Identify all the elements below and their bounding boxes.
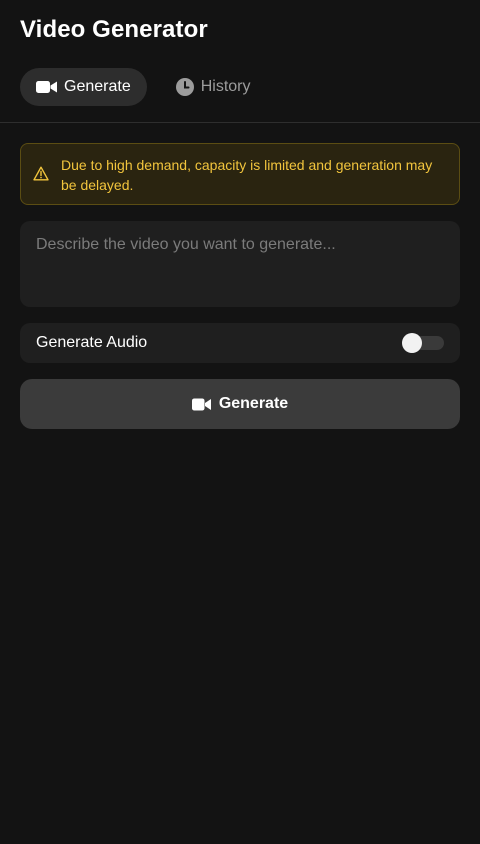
video-camera-icon — [191, 398, 211, 411]
video-camera-icon — [36, 80, 57, 94]
page-title: Video Generator — [20, 16, 208, 43]
prompt-input[interactable] — [20, 221, 460, 307]
video-generator-app: Video Generator Generate History Due to … — [0, 0, 480, 844]
generate-audio-toggle[interactable] — [402, 333, 444, 353]
tab-generate-label: Generate — [64, 78, 131, 95]
generate-audio-row: Generate Audio — [20, 323, 460, 363]
tab-history[interactable]: History — [160, 68, 267, 106]
generate-audio-label: Generate Audio — [36, 334, 148, 351]
generate-button[interactable]: Generate — [20, 379, 460, 429]
capacity-warning-banner: Due to high demand, capacity is limited … — [20, 143, 460, 205]
banner-text: Due to high demand, capacity is limited … — [61, 157, 433, 193]
generate-button-label: Generate — [218, 395, 289, 412]
warning-triangle-icon — [33, 166, 51, 186]
header-divider — [0, 122, 480, 123]
clock-icon — [175, 78, 194, 96]
toggle-knob — [402, 333, 422, 353]
tab-history-label: History — [200, 78, 251, 95]
tab-bar: Generate History — [20, 68, 267, 106]
tab-generate[interactable]: Generate — [20, 68, 147, 106]
